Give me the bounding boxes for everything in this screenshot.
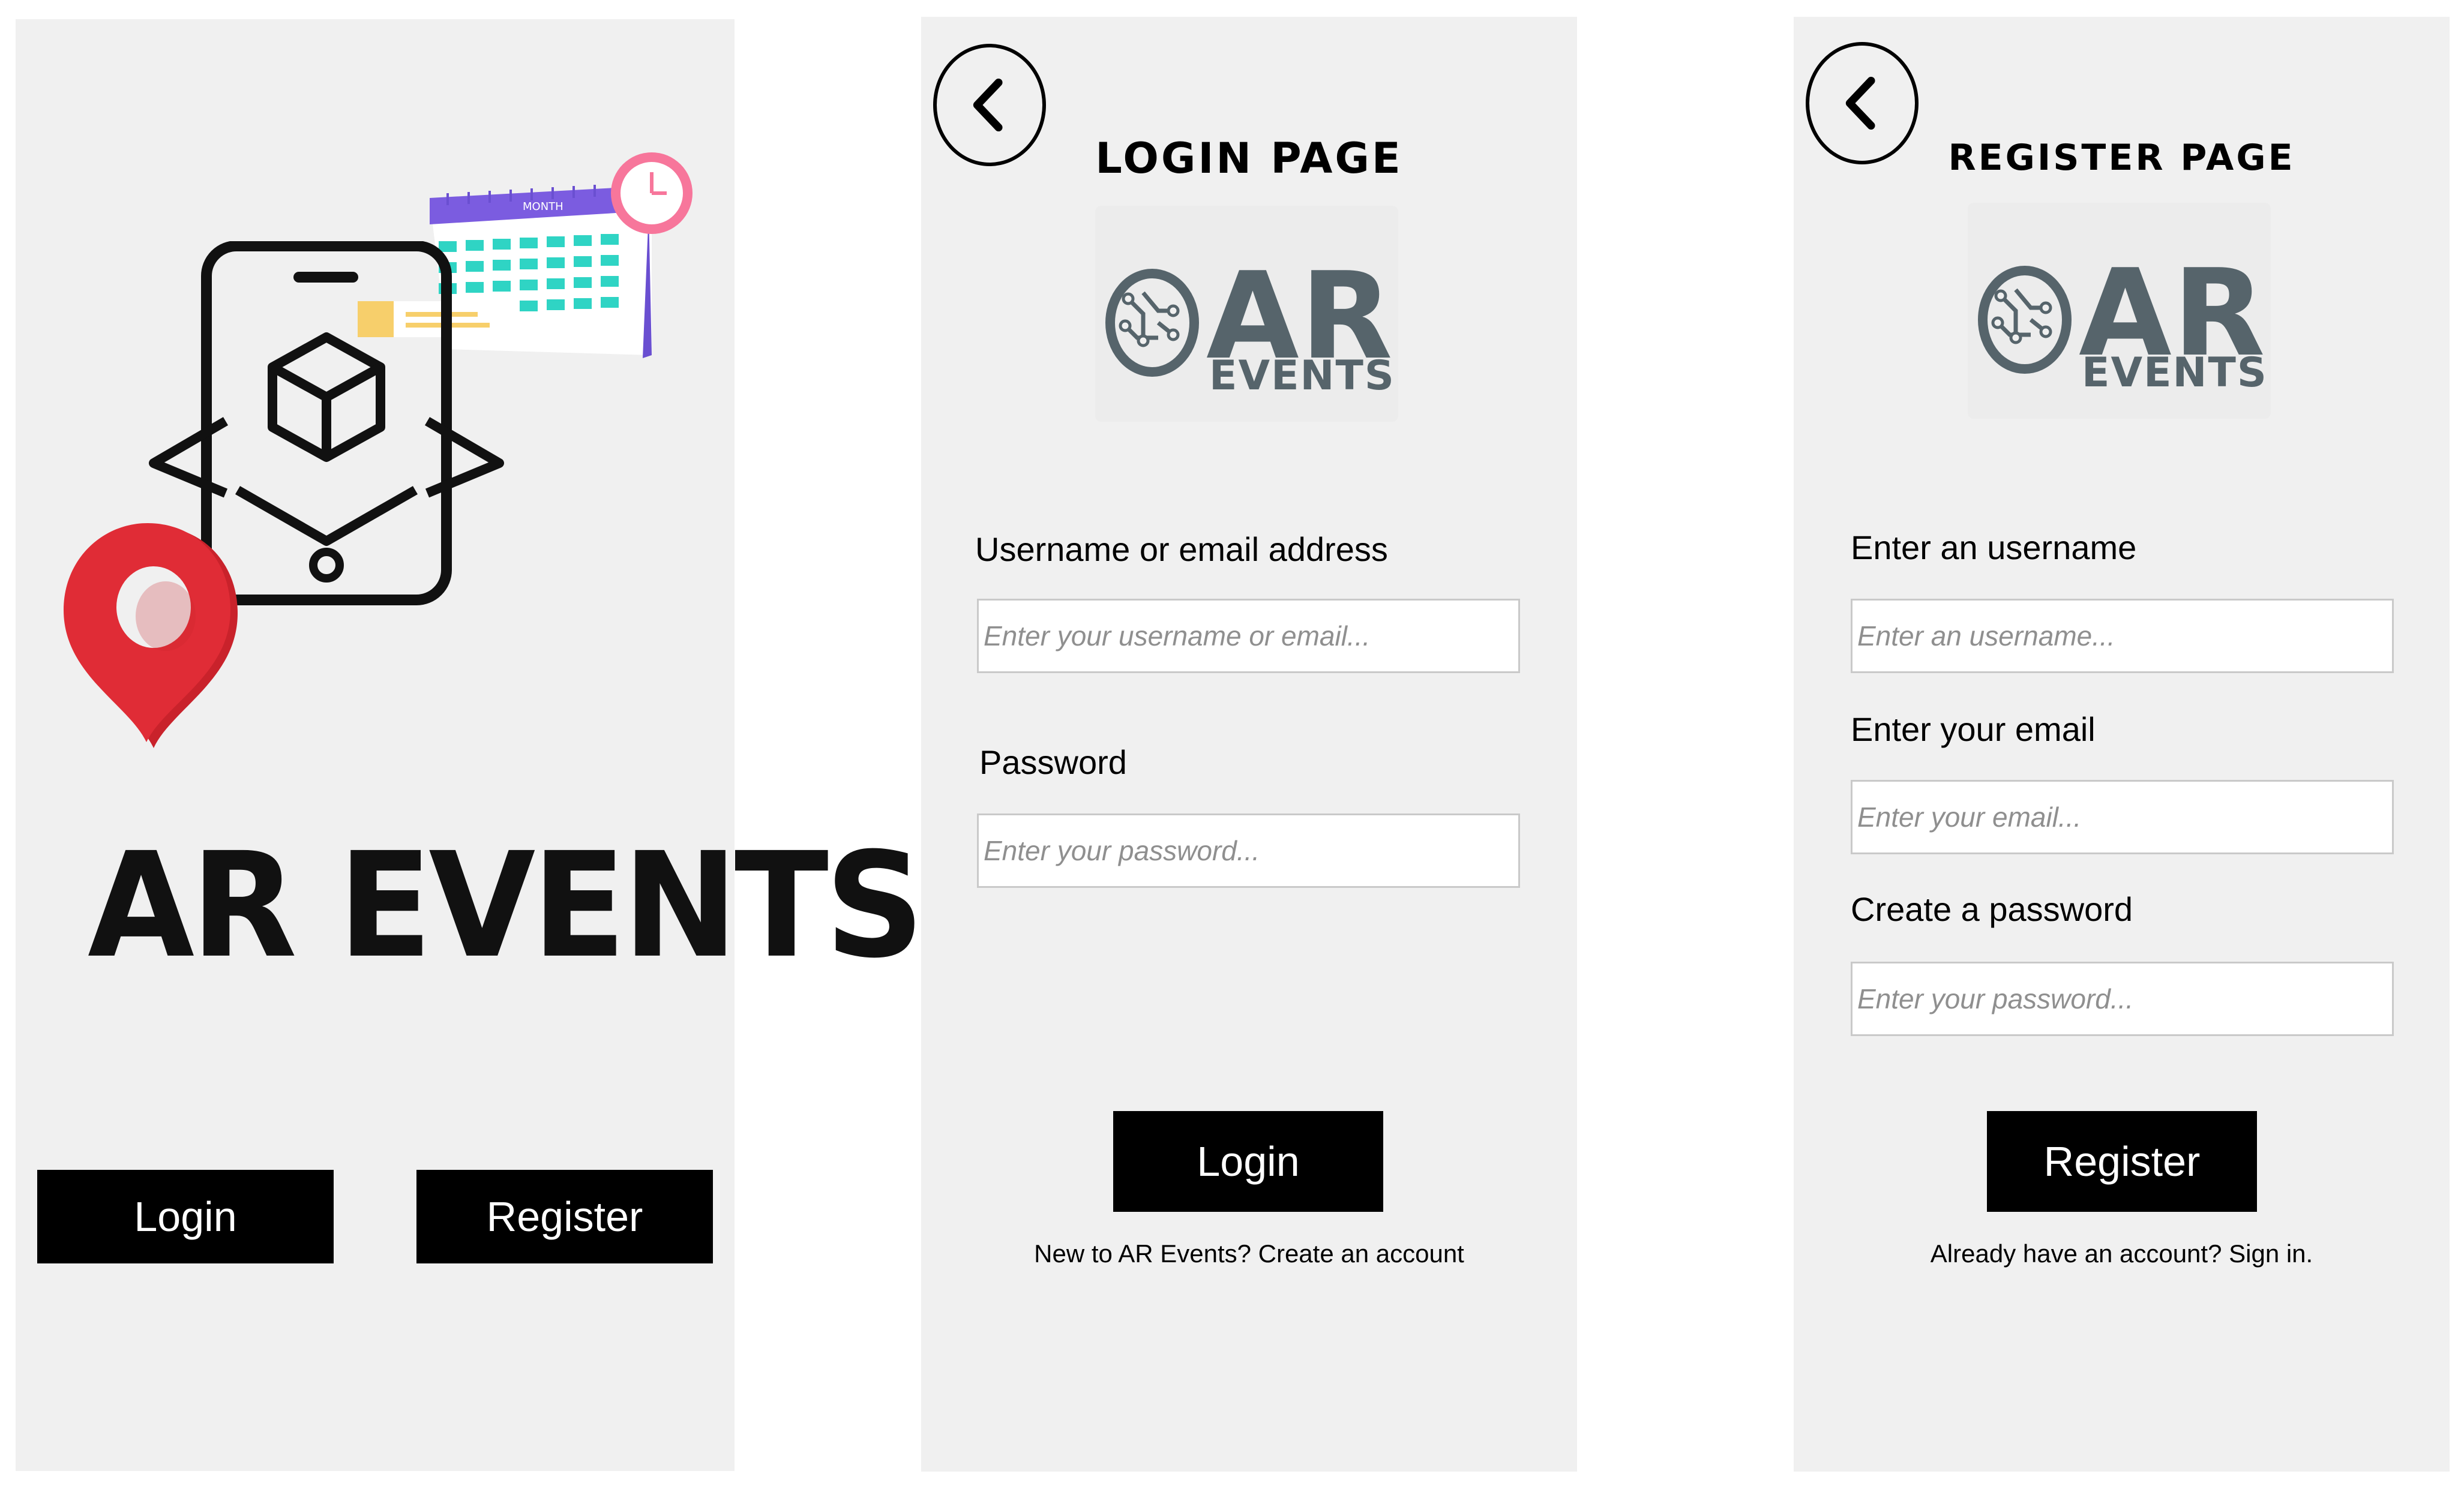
- calendar-month-text: MONTH: [523, 200, 563, 213]
- login-screen: LOGIN PAGE AR EVENTS Username or email a…: [921, 17, 1577, 1472]
- username-input[interactable]: [977, 599, 1520, 673]
- password-input[interactable]: [977, 813, 1520, 888]
- username-input[interactable]: [1851, 599, 2394, 673]
- password-label: Password: [979, 743, 1127, 781]
- register-screen: REGISTER PAGE AR EVENTS Enter an usernam…: [1794, 17, 2450, 1472]
- register-button[interactable]: Register: [1987, 1111, 2257, 1212]
- welcome-register-button[interactable]: Register: [416, 1170, 713, 1263]
- welcome-login-button[interactable]: Login: [37, 1170, 334, 1263]
- username-label: Enter an username: [1851, 529, 2137, 566]
- page-title: REGISTER PAGE: [1948, 137, 2295, 179]
- password-label: Create a password: [1851, 890, 2133, 928]
- ar-events-logo: AR EVENTS: [1968, 203, 2271, 419]
- app-brand-title: AR EVENTS: [88, 822, 924, 990]
- email-label: Enter your email: [1851, 710, 2096, 748]
- password-input[interactable]: [1851, 962, 2394, 1036]
- logo-events-text: EVENTS: [2082, 349, 2268, 397]
- create-account-link[interactable]: New to AR Events? Create an account: [921, 1239, 1577, 1268]
- ar-events-logo: AR EVENTS: [1095, 206, 1398, 422]
- clock-icon: [611, 152, 693, 234]
- sign-in-link[interactable]: Already have an account? Sign in.: [1794, 1239, 2450, 1268]
- circuit-head-icon: [1105, 269, 1199, 377]
- logo-events-text: EVENTS: [1209, 352, 1395, 400]
- welcome-screen: MONTH AR EVENTS Login Register: [16, 19, 924, 1471]
- page-title: LOGIN PAGE: [1095, 134, 1403, 183]
- circuit-head-icon: [1978, 266, 2072, 374]
- login-button[interactable]: Login: [1113, 1111, 1383, 1212]
- email-input[interactable]: [1851, 780, 2394, 854]
- location-pin-icon: [64, 523, 238, 748]
- username-label: Username or email address: [975, 530, 1388, 568]
